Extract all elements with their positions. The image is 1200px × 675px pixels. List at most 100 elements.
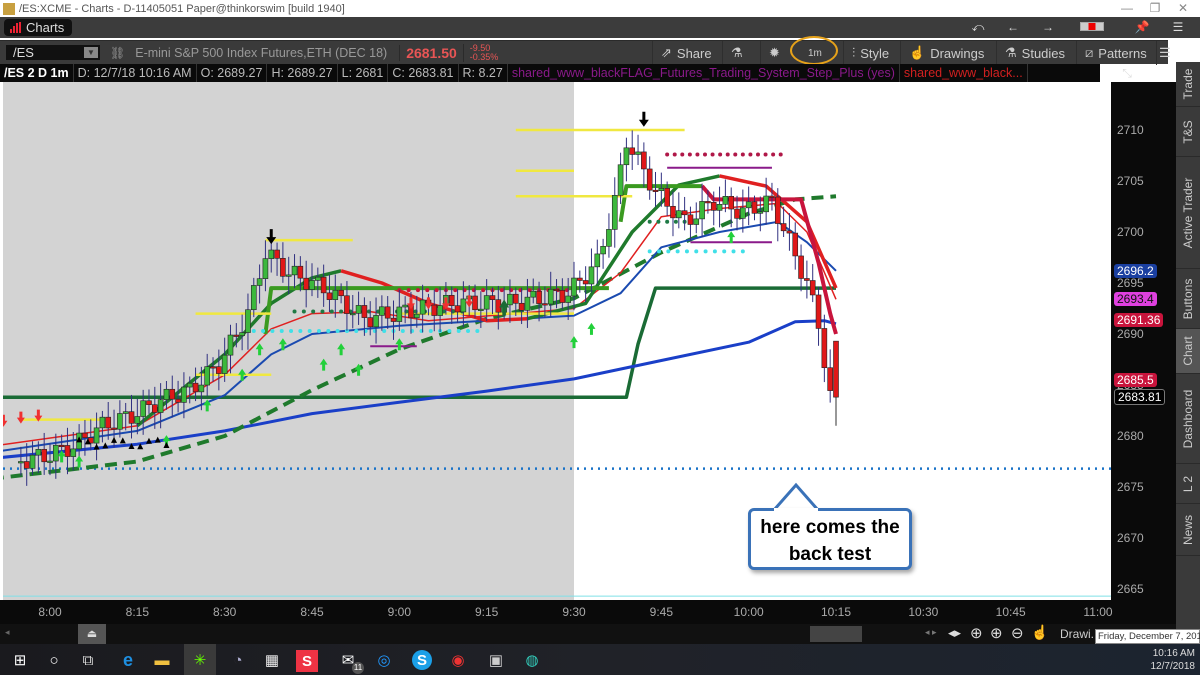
price-axis[interactable]: 2665267026752680268526902695270027052710…	[1111, 82, 1176, 600]
forward-arrow-icon[interactable]: →	[1038, 19, 1058, 36]
scroll-left-icon[interactable]: ◂ ▸	[925, 627, 937, 638]
price-chart[interactable]	[3, 82, 1111, 600]
candle-down	[786, 230, 793, 234]
drawings-label: Drawings	[930, 45, 985, 61]
cyan-dot	[647, 249, 652, 254]
minimize-button[interactable]: —	[1112, 0, 1142, 17]
pin-icon[interactable]: 📌	[1132, 19, 1152, 36]
expand-horizontal-icon[interactable]: ◂▸	[948, 625, 961, 641]
restore-button[interactable]: ❐	[1140, 0, 1170, 17]
system-clock[interactable]: 10:16 AM 12/7/2018	[1143, 647, 1196, 673]
bar-high: H: 2689.27	[267, 64, 338, 82]
mail-icon[interactable]: ✉ 11	[338, 650, 364, 674]
crimson-dot	[406, 288, 411, 293]
toolbar-menu-button[interactable]: ☰	[1156, 41, 1171, 65]
time-axis-label: 8:15	[125, 605, 150, 619]
candle-up	[93, 427, 100, 444]
calculator-icon[interactable]: ▦	[262, 650, 282, 670]
price-axis-label: 2700	[1117, 225, 1144, 239]
candle-up	[18, 461, 24, 464]
crimson-dot	[680, 152, 685, 157]
chrome-icon[interactable]: ◉	[448, 650, 468, 670]
candle-down	[542, 303, 548, 306]
right-tab-chart[interactable]: Chart	[1176, 329, 1200, 374]
candle-down	[233, 334, 240, 337]
candle-up	[186, 382, 193, 388]
skype-icon[interactable]: S	[412, 650, 432, 670]
price-badge: 2693.4	[1114, 292, 1157, 307]
tab-charts-label: Charts	[26, 20, 65, 35]
task-view-icon[interactable]: ⧉	[78, 650, 98, 670]
candle-down	[687, 214, 694, 225]
zoom-out-icon[interactable]: ⊖	[1011, 624, 1024, 642]
right-tab-active-trader[interactable]: Active Trader	[1176, 157, 1200, 269]
candle-up	[460, 298, 467, 313]
right-tab-l-2[interactable]: L 2	[1176, 464, 1200, 504]
drawings-button[interactable]: ☝ Drawings	[900, 41, 992, 65]
flask-button[interactable]: ⚗	[722, 41, 751, 65]
clock-app-icon[interactable]: ◔	[228, 650, 248, 670]
sync-app-icon[interactable]: ◎	[374, 650, 394, 670]
search-circle-icon[interactable]: ○	[44, 650, 64, 670]
candle-down	[146, 400, 152, 406]
right-tab-dashboard[interactable]: Dashboard	[1176, 374, 1200, 464]
remote-desktop-icon[interactable]: ▣	[486, 650, 506, 670]
green-dot	[665, 219, 670, 224]
chart-symbol-period: /ES 2 D 1m	[0, 64, 74, 82]
back-arrow-icon[interactable]: ←	[1003, 19, 1023, 36]
candle-up	[396, 306, 403, 322]
vpn-app-icon[interactable]: ◍	[522, 650, 542, 670]
settings-button[interactable]: ✹	[760, 41, 788, 65]
crosshair-icon[interactable]: ⊕	[970, 624, 983, 642]
close-button[interactable]: ✕	[1168, 0, 1198, 17]
zoom-in-icon[interactable]: ⊕	[990, 624, 1003, 642]
scroll-left-arrow-icon[interactable]: ◂	[5, 627, 10, 638]
cyan-dot	[279, 328, 284, 333]
studies-label: Studies	[1021, 45, 1066, 61]
thinkorswim-taskbar-icon[interactable]: ✳	[184, 644, 216, 675]
expand-collapse-icon[interactable]: ⤡	[1117, 64, 1137, 82]
candle-down	[23, 461, 30, 469]
study-label-1[interactable]: shared_www_blackFLAG_Futures_Trading_Sys…	[508, 64, 900, 82]
cyan-dot	[335, 328, 340, 333]
crimson-dot	[453, 288, 458, 293]
candle-up	[658, 187, 665, 191]
windows-start-icon[interactable]: ⊞	[10, 650, 30, 670]
tab-charts[interactable]: Charts	[4, 19, 73, 36]
edge-browser-icon[interactable]: e	[118, 650, 138, 670]
time-axis[interactable]: 8:00 8:15 8:30 8:45 9:00 9:15 9:30 9:45 10:00 10:…	[0, 600, 1176, 624]
pan-hand-icon[interactable]: ☝	[1031, 624, 1048, 641]
file-explorer-icon[interactable]: ▬	[152, 650, 172, 670]
right-tab-buttons[interactable]: Buttons	[1176, 269, 1200, 329]
right-tab-t-s[interactable]: T&S	[1176, 107, 1200, 157]
time-axis-label: 10:00	[733, 605, 764, 619]
patterns-button[interactable]: ⧄ Patterns	[1076, 41, 1155, 65]
menu-icon[interactable]: ☰	[1168, 19, 1188, 36]
candle-down	[390, 317, 397, 322]
study-label-2[interactable]: shared_www_black...	[900, 64, 1028, 82]
link-chain-icon[interactable]: ⛓	[110, 46, 125, 60]
candle-down	[326, 292, 333, 300]
right-tab-label: Active Trader	[1181, 177, 1195, 248]
studies-button[interactable]: ⚗ Studies	[996, 41, 1073, 65]
candle-up	[332, 289, 339, 300]
cyan-dot	[722, 249, 727, 254]
share-button[interactable]: ⇗ Share	[652, 41, 720, 65]
symbol-input[interactable]: /ES ▼	[6, 45, 100, 60]
green-dot	[292, 309, 297, 314]
chevron-down-icon[interactable]: ▼	[84, 47, 98, 58]
snagit-icon[interactable]: S	[296, 650, 318, 672]
style-button[interactable]: ⫶ Style	[843, 41, 897, 65]
horizontal-scrollbar-thumb[interactable]	[810, 626, 862, 642]
undo-icon[interactable]: ⤺	[968, 19, 988, 36]
candle-down	[815, 294, 822, 329]
candle-down	[536, 290, 542, 304]
candle-up	[256, 278, 263, 286]
candle-up	[413, 313, 420, 319]
collapse-panel-button[interactable]: ⏏	[78, 624, 106, 644]
right-tab-news[interactable]: News	[1176, 504, 1200, 556]
right-tab-trade[interactable]: Trade	[1176, 62, 1200, 107]
tab-bar: Charts ⤺ ← → 📌 ☰	[0, 17, 1200, 38]
candle-down	[344, 295, 350, 314]
color-grid-icon[interactable]	[1078, 19, 1106, 36]
